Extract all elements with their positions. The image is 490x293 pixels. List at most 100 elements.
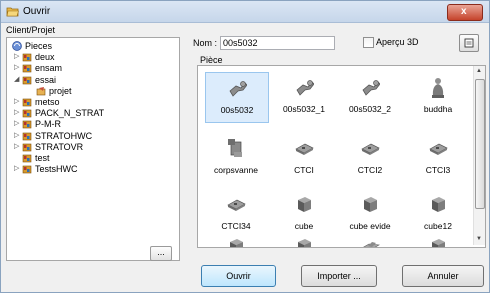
tree-item-label: test — [35, 153, 50, 163]
open-button[interactable]: Ouvrir — [201, 265, 276, 287]
open-dialog: Ouvrir x Client/Projet Pieces ▷ deux ▷ ensam… — [0, 0, 490, 293]
piece-item[interactable] — [205, 231, 267, 247]
import-button[interactable]: Importer ... — [301, 265, 377, 287]
browse-button[interactable]: ... — [150, 246, 172, 261]
tree-item-stratohwc[interactable]: ▷ STRATOHWC — [14, 130, 167, 142]
tree-item-label: STRATOHWC — [35, 130, 93, 141]
name-label: Nom : — [193, 38, 218, 48]
expander-icon[interactable]: ▷ — [14, 63, 19, 72]
piece-item[interactable]: corpsvanne — [205, 133, 267, 182]
piece-label: cube — [294, 221, 314, 231]
piece-label: buddha — [423, 104, 453, 114]
tree-item-pack-n-strat[interactable]: ▷ PACK_N_STRAT — [14, 108, 167, 119]
folder-icon — [22, 154, 32, 163]
piece-item[interactable]: CTCI — [273, 133, 335, 182]
tree-item-projet[interactable]: projet — [35, 86, 167, 97]
expander-icon[interactable]: ▷ — [14, 108, 19, 117]
cube-icon — [432, 197, 445, 212]
cancel-button[interactable]: Annuler — [402, 265, 484, 287]
scrollbar-thumb[interactable] — [475, 79, 485, 209]
name-input[interactable]: 00s5032 — [220, 36, 335, 50]
expander-icon[interactable]: ▷ — [14, 164, 19, 173]
piece-label: CTCI3 — [425, 165, 451, 175]
folder-icon — [22, 98, 32, 107]
tree-item-essai[interactable]: ◢ essai — [14, 74, 167, 86]
plate-icon — [227, 199, 246, 211]
folder-icon — [22, 121, 32, 129]
tree-item-test[interactable]: test — [21, 153, 167, 164]
print-preview-icon — [464, 38, 474, 48]
piece-label: 00s5032 — [220, 105, 254, 115]
folder-icon — [22, 143, 32, 152]
tree-item-p-m-r[interactable]: ▷ P-M-R — [14, 119, 167, 130]
cube-icon — [298, 197, 311, 212]
tree-item-label: TestsHWC — [35, 164, 78, 175]
piece-item[interactable]: 00s5032_2 — [339, 72, 401, 121]
plate-icon — [429, 143, 448, 155]
tree-item-pieces[interactable]: Pieces — [11, 41, 167, 52]
client-project-label: Client/Projet — [6, 25, 56, 35]
scroll-up-icon[interactable]: ▲ — [476, 68, 482, 74]
piece-label: 00s5032_2 — [348, 104, 392, 114]
tree-item-label: ensam — [35, 63, 63, 74]
pieces-grid[interactable]: 00s5032 00s5032_1 00s5032_2 buddha corpsvann… — [197, 65, 486, 248]
folder-icon — [22, 76, 32, 84]
close-button[interactable]: x — [447, 4, 483, 21]
expander-icon[interactable]: ▷ — [14, 119, 19, 128]
plate-icon — [295, 143, 314, 155]
piece-label: CTCI34 — [221, 221, 251, 231]
expander-icon[interactable]: ▷ — [14, 52, 19, 61]
tree-item-testshwc[interactable]: ▷ TestsHWC — [14, 164, 167, 175]
close-icon: x — [461, 6, 467, 17]
tree-item-ensam[interactable]: ▷ ensam — [14, 63, 167, 74]
tree-item-metso[interactable]: ▷ metso — [14, 97, 167, 108]
valve-body-icon — [228, 139, 242, 157]
expander-icon[interactable]: ◢ — [14, 75, 19, 84]
project-icon — [36, 86, 46, 96]
cube-icon — [364, 197, 377, 212]
tree-item-deux[interactable]: ▷ deux — [14, 52, 167, 63]
pieces-label: Pièce — [200, 55, 223, 65]
piece-item[interactable] — [407, 231, 469, 247]
tree-item-label: P-M-R — [35, 119, 61, 130]
piece-item[interactable]: 00s5032 — [205, 72, 269, 123]
piece-item[interactable]: 00s5032_1 — [273, 72, 335, 121]
piece-label: 00s5032_1 — [282, 104, 326, 114]
open-folder-icon — [6, 7, 19, 17]
plate-icon — [361, 143, 380, 155]
valve-icon — [362, 80, 380, 96]
piece-item[interactable] — [273, 231, 335, 247]
title-bar[interactable]: Ouvrir x — [1, 1, 489, 23]
piece-item[interactable]: CTCI2 — [339, 133, 401, 182]
tree-item-label: Pieces — [25, 41, 53, 51]
pieces-icon — [12, 41, 22, 51]
window-title: Ouvrir — [23, 6, 51, 17]
preview-3d-label: Aperçu 3D — [376, 37, 419, 47]
tree-item-label: deux — [35, 52, 55, 63]
project-tree[interactable]: Pieces ▷ deux ▷ ensam ◢ essai projet ▷ metso ▷ PACK… — [6, 37, 180, 261]
cube-icon — [230, 239, 243, 247]
piece-label: cube12 — [424, 221, 452, 231]
expander-icon[interactable]: ▷ — [14, 97, 19, 106]
preview-3d-checkbox[interactable] — [363, 37, 374, 48]
piece-label: corpsvanne — [214, 165, 258, 175]
scroll-down-icon[interactable]: ▼ — [476, 236, 482, 242]
expander-icon[interactable]: ▷ — [14, 142, 19, 151]
piece-item[interactable]: CTCI3 — [407, 133, 469, 182]
folder-icon — [22, 109, 32, 118]
folder-icon — [22, 53, 32, 62]
expander-icon[interactable]: ▷ — [14, 131, 19, 140]
folder-icon — [22, 132, 32, 140]
tree-item-label: STRATOVR — [35, 141, 84, 152]
piece-label: CTCI2 — [357, 165, 383, 175]
vertical-scrollbar[interactable]: ▲ ▼ — [473, 66, 485, 245]
piece-item[interactable] — [339, 231, 401, 247]
cube-icon — [432, 239, 445, 247]
tree-item-label: metso — [35, 97, 60, 107]
tree-item-label: essai — [35, 74, 57, 85]
valve-icon — [229, 81, 247, 97]
tree-item-stratovr[interactable]: ▷ STRATOVR — [14, 141, 167, 153]
folder-icon — [22, 165, 32, 174]
piece-item[interactable]: buddha — [407, 72, 469, 121]
preview-button[interactable] — [459, 34, 479, 52]
